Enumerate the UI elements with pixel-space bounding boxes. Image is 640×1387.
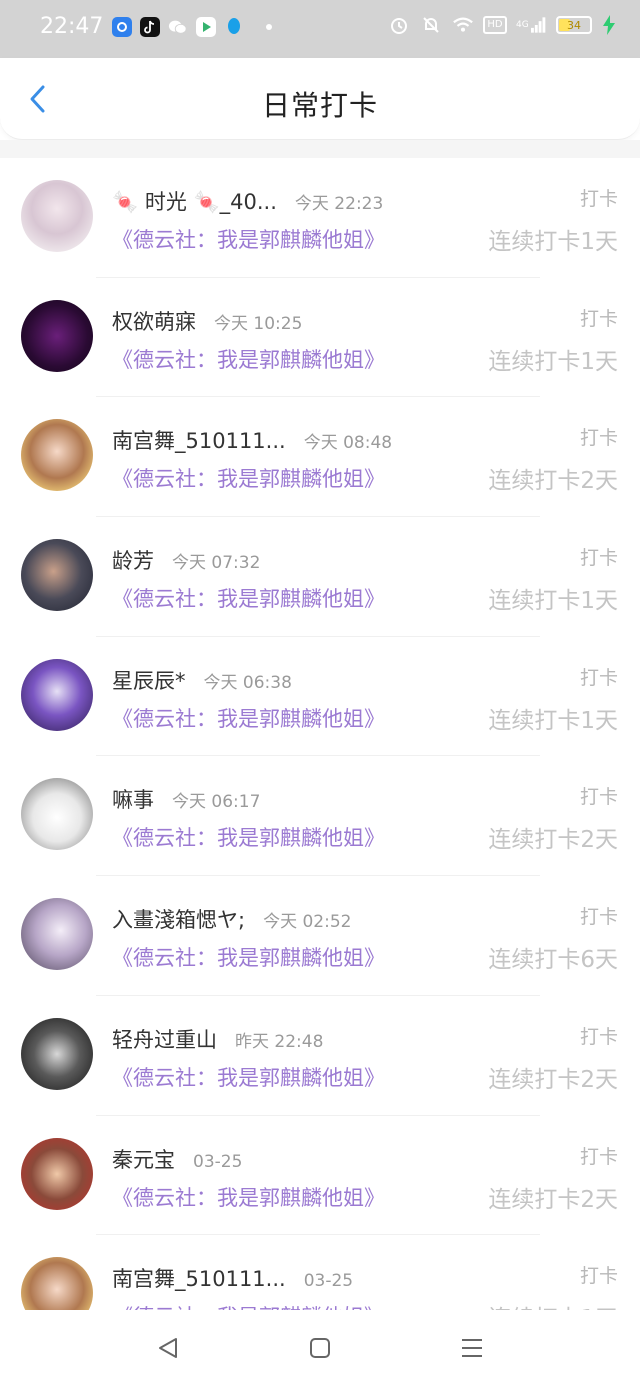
streak-count: 连续打卡1天	[488, 1299, 618, 1310]
checkin-label: 打卡	[579, 906, 618, 929]
checkin-time: 今天 02:52	[263, 912, 352, 933]
user-name[interactable]: 轻舟过重山	[112, 1024, 217, 1054]
dot-icon	[266, 24, 272, 30]
checkin-time: 今天 22:23	[294, 194, 384, 214]
checkin-time: 今天 07:32	[172, 553, 261, 574]
avatar[interactable]	[21, 299, 93, 372]
checkin-time: 今天 06:17	[172, 792, 261, 813]
menu-icon	[462, 1339, 482, 1357]
book-title[interactable]: 《德云社：我是郭麒麟他姐》	[112, 1182, 385, 1212]
user-name[interactable]: 龄芳	[112, 545, 154, 575]
square-home-icon	[310, 1338, 330, 1358]
list-item[interactable]: 南宫舞_510111... 今天 08:48 《德云社：我是郭麒麟他姐》 打卡 连…	[0, 397, 640, 518]
checkin-time: 昨天 22:48	[235, 1031, 324, 1052]
avatar[interactable]	[21, 898, 93, 971]
charging-icon	[602, 14, 616, 36]
checkin-label: 打卡	[579, 427, 618, 450]
list-item[interactable]: 嘛事 今天 06:17 《德云社：我是郭麒麟他姐》 打卡 连续打卡2天	[0, 756, 640, 877]
user-name[interactable]: 南宫舞_510111...	[112, 425, 286, 455]
list-item[interactable]: 🍬 时光 🍬_40... 今天 22:23 《德云社：我是郭麒麟他姐》 打卡 连续…	[0, 158, 640, 278]
home-nav-button[interactable]	[306, 1334, 334, 1362]
tiktok-icon	[140, 17, 160, 37]
user-name[interactable]: 星辰辰*	[112, 665, 186, 695]
checkin-label: 打卡	[579, 188, 618, 210]
mute-icon	[420, 14, 442, 36]
avatar[interactable]	[21, 419, 93, 492]
streak-count: 连续打卡1天	[488, 588, 618, 615]
user-name[interactable]: 权欲萌寐	[112, 306, 196, 336]
checkin-time: 今天 06:38	[203, 672, 292, 693]
notification-icons	[112, 17, 272, 37]
checkin-label: 打卡	[579, 1145, 618, 1168]
avatar[interactable]	[21, 778, 93, 851]
list-item[interactable]: 星辰辰* 今天 06:38 《德云社：我是郭麒麟他姐》 打卡 连续打卡1天	[0, 637, 640, 757]
book-title[interactable]: 《德云社：我是郭麒麟他姐》	[112, 224, 385, 254]
user-name[interactable]: 🍬 时光 🍬_40...	[112, 186, 277, 216]
triangle-back-icon	[159, 1338, 177, 1358]
hd-icon: HD	[483, 14, 507, 36]
qq-icon	[224, 17, 244, 37]
status-time: 22:47	[40, 14, 104, 39]
user-name[interactable]: 入畫淺箱愢ヤ;	[112, 904, 245, 934]
book-title[interactable]: 《德云社：我是郭麒麟他姐》	[112, 463, 385, 493]
avatar[interactable]	[21, 1017, 93, 1090]
avatar[interactable]	[21, 1257, 93, 1310]
checkin-time: 03-25	[193, 1151, 243, 1172]
video-app-icon	[196, 17, 216, 37]
streak-count: 连续打卡2天	[488, 1186, 618, 1213]
signal-icon: 4G	[516, 14, 546, 36]
streak-count: 连续打卡1天	[488, 229, 618, 255]
book-title[interactable]: 《德云社：我是郭麒麟他姐》	[112, 344, 385, 374]
streak-count: 连续打卡2天	[488, 1066, 618, 1093]
checkin-label: 打卡	[579, 1025, 618, 1048]
wechat-icon	[168, 17, 188, 37]
streak-count: 连续打卡1天	[488, 348, 618, 375]
system-navigation-bar	[0, 1310, 640, 1387]
title-bar: 日常打卡	[0, 58, 640, 140]
streak-count: 连续打卡6天	[488, 947, 618, 974]
list-item[interactable]: 秦元宝 03-25 《德云社：我是郭麒麟他姐》 打卡 连续打卡2天	[0, 1116, 640, 1236]
user-name[interactable]: 嘛事	[112, 784, 154, 814]
alarm-icon	[388, 14, 410, 36]
back-nav-button[interactable]	[154, 1334, 182, 1362]
checkin-time: 今天 10:25	[214, 313, 303, 334]
checkin-label: 打卡	[579, 307, 618, 330]
user-name[interactable]: 南宫舞_510111...	[112, 1263, 286, 1293]
book-title[interactable]: 《德云社：我是郭麒麟他姐》	[112, 942, 385, 972]
menu-nav-button[interactable]	[458, 1334, 486, 1362]
checkin-label: 打卡	[579, 1265, 618, 1288]
checkin-label: 打卡	[579, 786, 618, 809]
list-item[interactable]: 入畫淺箱愢ヤ; 今天 02:52 《德云社：我是郭麒麟他姐》 打卡 连续打卡6天	[0, 876, 640, 996]
checkin-list[interactable]: 🍬 时光 🍬_40... 今天 22:23 《德云社：我是郭麒麟他姐》 打卡 连续…	[0, 158, 640, 1310]
system-icons: HD 4G 34	[388, 14, 616, 36]
list-item[interactable]: 轻舟过重山 昨天 22:48 《德云社：我是郭麒麟他姐》 打卡 连续打卡2天	[0, 996, 640, 1116]
page-title: 日常打卡	[261, 89, 378, 122]
streak-count: 连续打卡2天	[488, 468, 618, 495]
book-title[interactable]: 《德云社：我是郭麒麟他姐》	[112, 1301, 385, 1310]
avatar[interactable]	[21, 1137, 93, 1210]
checkin-label: 打卡	[579, 666, 618, 689]
book-title[interactable]: 《德云社：我是郭麒麟他姐》	[112, 1062, 385, 1092]
avatar[interactable]	[21, 180, 93, 252]
book-title[interactable]: 《德云社：我是郭麒麟他姐》	[112, 822, 385, 852]
checkin-time: 03-25	[303, 1271, 354, 1292]
battery-icon: 34	[556, 16, 592, 34]
list-item[interactable]: 权欲萌寐 今天 10:25 《德云社：我是郭麒麟他姐》 打卡 连续打卡1天	[0, 278, 640, 398]
status-bar: 22:47 HD 4G 34	[0, 0, 640, 58]
streak-count: 连续打卡1天	[488, 707, 618, 734]
book-title[interactable]: 《德云社：我是郭麒麟他姐》	[112, 583, 385, 613]
streak-count: 连续打卡2天	[488, 827, 618, 854]
avatar[interactable]	[21, 539, 93, 612]
list-item[interactable]: 龄芳 今天 07:32 《德云社：我是郭麒麟他姐》 打卡 连续打卡1天	[0, 517, 640, 637]
list-item[interactable]: 南宫舞_510111... 03-25 《德云社：我是郭麒麟他姐》 打卡 连续打卡…	[0, 1235, 640, 1310]
book-title[interactable]: 《德云社：我是郭麒麟他姐》	[112, 703, 385, 733]
user-name[interactable]: 秦元宝	[112, 1144, 175, 1174]
browser-icon	[112, 17, 132, 37]
checkin-label: 打卡	[579, 547, 618, 570]
section-gap	[0, 140, 640, 158]
avatar[interactable]	[21, 658, 93, 731]
wifi-icon	[452, 14, 474, 36]
checkin-time: 今天 08:48	[303, 433, 393, 454]
